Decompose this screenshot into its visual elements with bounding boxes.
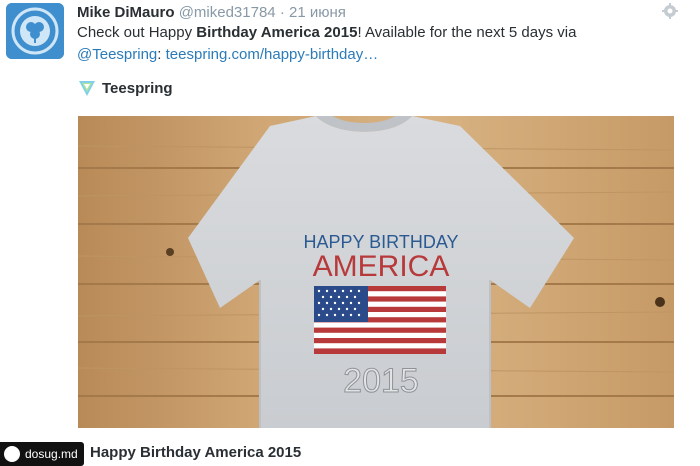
teespring-logo-icon: [79, 81, 95, 96]
mention-link[interactable]: @Teespring: [77, 46, 157, 63]
url-link[interactable]: teespring.com/happy-birthday…: [166, 46, 379, 63]
avatar[interactable]: [6, 3, 64, 59]
tweet-text-end: ! Available for the next 5 days via: [357, 24, 577, 41]
brand-name: Teespring: [102, 79, 173, 97]
tweet-text-start: Check out Happy: [77, 24, 197, 41]
watermark-text: dosug.md: [25, 447, 78, 461]
tweet-date[interactable]: 21 июня: [289, 4, 346, 21]
mention-colon: :: [157, 46, 162, 63]
card-brand[interactable]: Teespring: [78, 78, 173, 98]
author-handle[interactable]: @miked31784: [179, 4, 276, 21]
tweet-text-bold: Birthday America 2015: [196, 24, 358, 41]
author-name[interactable]: Mike DiMauro: [77, 4, 175, 21]
gear-icon[interactable]: [662, 3, 678, 19]
watermark: dosug.md: [0, 442, 84, 466]
card-image[interactable]: HAPPY BIRTHDAY AMERICA 2015: [78, 116, 674, 428]
clover-badge-icon: [6, 3, 64, 59]
watermark-logo-icon: [4, 446, 20, 462]
shirt-text-america: AMERICA: [313, 250, 450, 283]
card-title[interactable]: Happy Birthday America 2015: [90, 444, 301, 461]
header-separator: ·: [279, 4, 285, 21]
tweet-header: Mike DiMauro @miked31784 · 21 июня: [77, 4, 346, 21]
shirt-text-year: 2015: [343, 362, 419, 400]
us-flag-icon: [314, 286, 446, 354]
tweet-text: Check out Happy Birthday America 2015! A…: [77, 22, 677, 66]
shirt-text-happy-birthday: HAPPY BIRTHDAY: [303, 232, 458, 252]
